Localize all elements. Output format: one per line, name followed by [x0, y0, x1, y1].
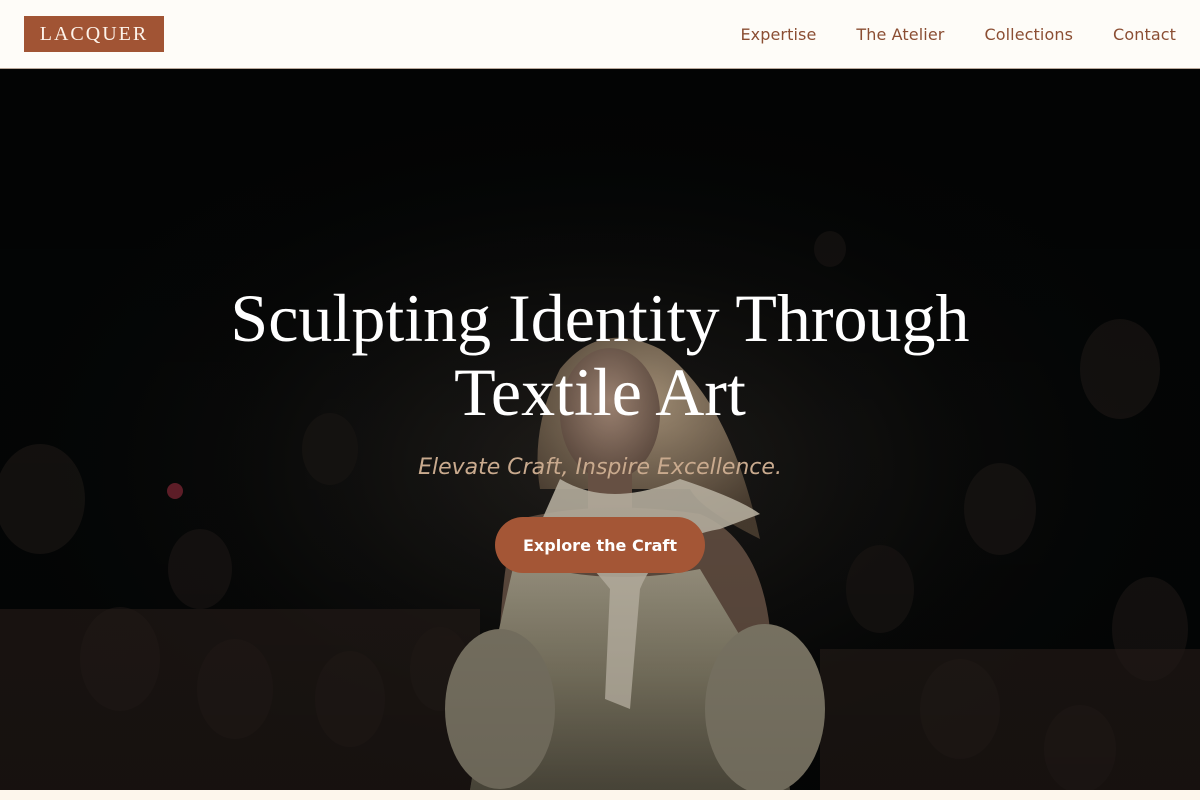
nav-link-the-atelier[interactable]: The Atelier	[856, 25, 944, 44]
site-header: LACQUER Expertise The Atelier Collection…	[0, 0, 1200, 69]
main-nav: Expertise The Atelier Collections Contac…	[740, 0, 1176, 68]
page-bottom-edge	[0, 790, 1200, 800]
hero-title: Sculpting Identity Through Textile Art	[230, 280, 970, 430]
nav-link-expertise[interactable]: Expertise	[740, 25, 816, 44]
brand-logo[interactable]: LACQUER	[24, 16, 164, 52]
hero-tagline: Elevate Craft, Inspire Excellence.	[418, 455, 782, 480]
hero-content: Sculpting Identity Through Textile Art E…	[0, 69, 1200, 790]
nav-link-collections[interactable]: Collections	[984, 25, 1073, 44]
hero-section: Sculpting Identity Through Textile Art E…	[0, 69, 1200, 790]
nav-link-contact[interactable]: Contact	[1113, 25, 1176, 44]
explore-craft-button[interactable]: Explore the Craft	[495, 517, 705, 573]
